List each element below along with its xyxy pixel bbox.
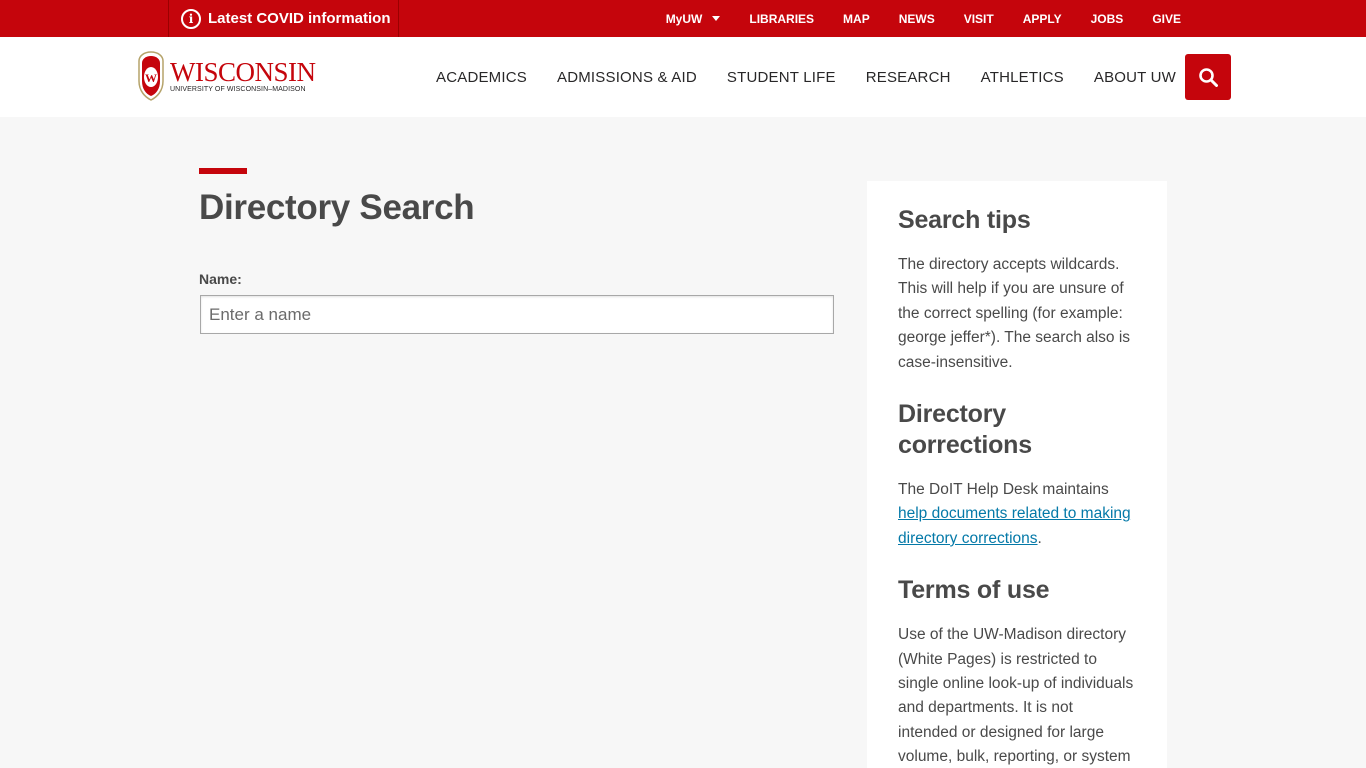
covid-info-label: Latest COVID information: [208, 10, 391, 27]
corrections-text-end: .: [1037, 529, 1042, 547]
corrections-heading: Directory corrections: [898, 400, 1032, 460]
svg-text:W: W: [145, 71, 157, 85]
nav-admissions-aid[interactable]: ADMISSIONS & AID: [557, 69, 697, 86]
terms-heading: Terms of use: [898, 576, 1050, 605]
utility-nav: MyUW LIBRARIES MAP NEWS VISIT APPLY JOBS…: [637, 0, 1181, 37]
corrections-text: The DoIT Help Desk maintains help docume…: [898, 478, 1136, 551]
title-accent-bar: [199, 168, 247, 174]
utility-link-give[interactable]: GIVE: [1152, 12, 1181, 26]
uw-logo-link[interactable]: W WISCONSIN UNIVERSITY OF WISCONSIN–MADI…: [136, 51, 316, 101]
sidebar: Search tips The directory accepts wildca…: [867, 181, 1167, 768]
corrections-section: Directory corrections The DoIT Help Desk…: [898, 399, 1136, 551]
terms-text: Use of the UW-Madison directory (White P…: [898, 626, 1134, 766]
logo-wordmark: WISCONSIN: [170, 56, 316, 87]
page-title: Directory Search: [199, 188, 475, 227]
crest-icon: W: [138, 51, 164, 101]
nav-academics[interactable]: ACADEMICS: [436, 69, 527, 86]
utility-link-news[interactable]: NEWS: [899, 12, 935, 26]
utility-link-map[interactable]: MAP: [843, 12, 870, 26]
utility-link-apply[interactable]: APPLY: [1023, 12, 1062, 26]
utility-link-label: MyUW: [665, 11, 703, 26]
nav-research[interactable]: RESEARCH: [866, 69, 951, 86]
terms-section: Terms of use Use of the UW-Madison direc…: [898, 575, 1136, 768]
covid-info-link[interactable]: i Latest COVID information: [168, 0, 399, 37]
nav-about-uw[interactable]: ABOUT UW: [1094, 69, 1176, 86]
utility-link-libraries[interactable]: LIBRARIES: [749, 12, 814, 26]
info-icon: i: [181, 8, 201, 29]
name-input[interactable]: [200, 295, 834, 334]
utility-link-visit[interactable]: VISIT: [964, 12, 994, 26]
top-utility-bar: i Latest COVID information MyUW LIBRARIE…: [0, 0, 1366, 37]
search-tips-text: The directory accepts wildcards. This wi…: [898, 256, 1131, 371]
corrections-help-link[interactable]: help documents related to making directo…: [898, 505, 1131, 546]
search-tips-section: Search tips The directory accepts wildca…: [898, 205, 1136, 375]
utility-link-jobs[interactable]: JOBS: [1091, 12, 1124, 26]
nav-student-life[interactable]: STUDENT LIFE: [727, 69, 836, 86]
name-label: Name:: [199, 271, 242, 287]
caret-down-icon: [712, 16, 721, 21]
logo-subline: UNIVERSITY OF WISCONSIN–MADISON: [170, 85, 306, 93]
search-icon: [1199, 68, 1218, 87]
site-header: W WISCONSIN UNIVERSITY OF WISCONSIN–MADI…: [0, 37, 1366, 117]
utility-link-myuw[interactable]: MyUW: [666, 12, 721, 26]
search-button[interactable]: [1185, 54, 1231, 100]
main-nav: ACADEMICS ADMISSIONS & AID STUDENT LIFE …: [436, 37, 1176, 117]
search-tips-heading: Search tips: [898, 206, 1031, 234]
nav-athletics[interactable]: ATHLETICS: [981, 69, 1064, 86]
corrections-text-lead: The DoIT Help Desk maintains: [898, 481, 1109, 499]
